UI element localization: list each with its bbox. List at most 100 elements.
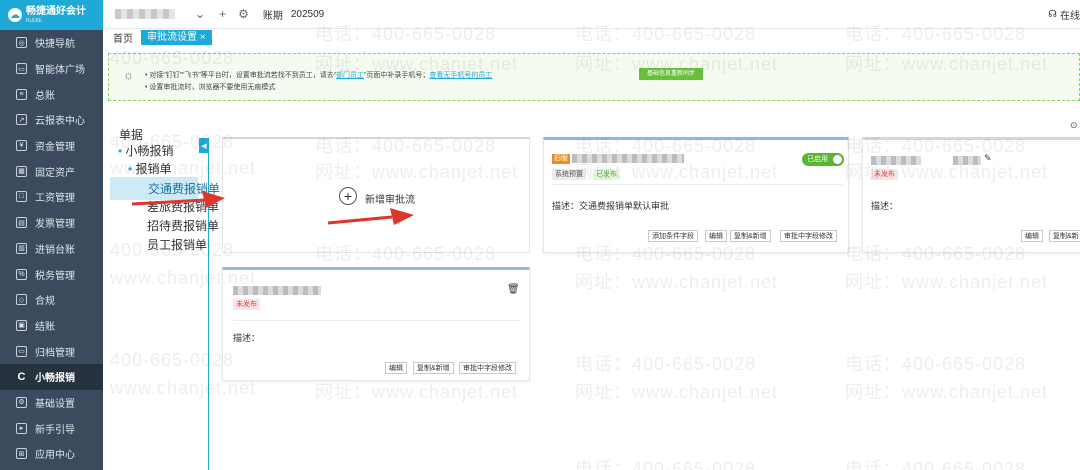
flow-name bbox=[233, 286, 321, 295]
department-staff-link[interactable]: 部门员工 bbox=[336, 72, 364, 79]
flow-name bbox=[572, 154, 684, 163]
sidebar-item-app-center[interactable]: ⊞ 应用中心 bbox=[0, 441, 103, 467]
flow-name bbox=[953, 156, 981, 165]
chart-icon: ↗ bbox=[16, 114, 27, 126]
sidebar-item-label: 小畅报销 bbox=[35, 373, 75, 385]
sidebar-item-closing[interactable]: ▣ 结账 bbox=[0, 313, 103, 339]
edit-approval-fields-button[interactable]: 审批中字段修改 bbox=[780, 230, 837, 242]
sidebar-item-label: 云报表中心 bbox=[35, 116, 85, 128]
lock-icon: ▣ bbox=[16, 319, 27, 331]
add-condition-field-button[interactable]: 添加条件字段 bbox=[648, 230, 698, 242]
sidebar-item-basic-settings[interactable]: ⚙ 基础设置 bbox=[0, 390, 103, 416]
annotation-arrow bbox=[131, 191, 225, 208]
sidebar-item-label: 快捷导航 bbox=[35, 39, 75, 51]
sidebar-item-tax[interactable]: % 税务管理 bbox=[0, 261, 103, 287]
flow-name bbox=[871, 156, 921, 165]
apps-icon: ⊞ bbox=[16, 448, 27, 460]
bullet-icon: • bbox=[128, 162, 136, 176]
sidebar-item-cloud-reports[interactable]: ↗ 云报表中心 bbox=[0, 107, 103, 133]
building-icon: ▦ bbox=[16, 165, 27, 177]
add-approval-flow-card[interactable]: + 新增审批流 bbox=[222, 137, 530, 253]
period-label: 账期 bbox=[262, 10, 283, 22]
close-icon[interactable]: × bbox=[200, 32, 206, 43]
divider bbox=[233, 320, 521, 321]
edit-icon[interactable]: ✎ bbox=[984, 153, 992, 164]
payroll-icon: □ bbox=[16, 191, 27, 203]
tax-icon: % bbox=[16, 268, 27, 280]
online-service[interactable]: ☊ 在线 bbox=[1048, 0, 1080, 28]
online-label: 在线 bbox=[1060, 10, 1080, 22]
approval-flow-card: 旧版 已启用 系统预置 已发布 描述：交通费报销单默认审批 添加条件字段 编辑 … bbox=[543, 137, 849, 253]
edit-button[interactable]: 编辑 bbox=[385, 362, 407, 374]
copy-new-button[interactable]: 复制&新增 bbox=[730, 230, 771, 242]
app-title: 畅捷通好会计 bbox=[26, 5, 86, 17]
plus-icon[interactable]: + bbox=[219, 7, 226, 21]
invoice-icon: ▤ bbox=[16, 217, 27, 229]
approval-flow-card: 🗑 未发布 描述： 编辑 复制&新增 审批中字段修改 bbox=[222, 267, 530, 381]
sidebar-item-label: 归档管理 bbox=[35, 347, 75, 359]
notice-line-1: • 对接“钉钉”“飞书”等平台时，设置审批流若找不到员工，请去“部门员工”页面中… bbox=[145, 72, 493, 79]
tab-home[interactable]: 首页 bbox=[113, 30, 133, 45]
sidebar-item-label: 总账 bbox=[35, 90, 55, 102]
sidebar: ☁ 畅捷通好会计 RUIJIE ◎ 快捷导航 ▭ 智能体广场 ≡ 总账 ↗ 云报表中心 … bbox=[0, 0, 103, 470]
tree-root[interactable]: 单据 bbox=[119, 126, 143, 143]
tab-label: 审批流设置 bbox=[147, 32, 197, 43]
sidebar-item-invoices[interactable]: ▤ 发票管理 bbox=[0, 210, 103, 236]
flow-description: 描述： bbox=[871, 201, 899, 211]
tree-node-expense-module[interactable]: • 小畅报销 bbox=[118, 142, 174, 159]
copy-new-button[interactable]: 复制&新增 bbox=[413, 362, 454, 374]
tab-approval-settings[interactable]: 审批流设置 × bbox=[141, 30, 212, 45]
app-logo[interactable]: ☁ 畅捷通好会计 RUIJIE bbox=[0, 0, 103, 30]
gear-icon[interactable]: ⚙ bbox=[238, 7, 249, 21]
sidebar-item-label: 资金管理 bbox=[35, 142, 75, 154]
divider bbox=[552, 184, 842, 185]
status-badge: 未发布 bbox=[233, 299, 260, 310]
enable-toggle[interactable]: 已启用 bbox=[802, 153, 844, 166]
copy-new-button[interactable]: 复制&新 bbox=[1049, 230, 1080, 242]
tree-leaf-employee[interactable]: 员工报销单 bbox=[147, 236, 207, 253]
edit-button[interactable]: 编辑 bbox=[1021, 230, 1043, 242]
tree-node-expense-form[interactable]: • 报销单 bbox=[128, 160, 172, 177]
sidebar-item-agent-plaza[interactable]: ▭ 智能体广场 bbox=[0, 56, 103, 82]
chevron-down-icon[interactable]: ⌄ bbox=[195, 7, 205, 21]
sidebar-item-payroll[interactable]: □ 工资管理 bbox=[0, 184, 103, 210]
sidebar-item-label: 发票管理 bbox=[35, 219, 75, 231]
headset-icon: ☊ bbox=[1048, 8, 1057, 20]
status-badge: 未发布 bbox=[871, 169, 898, 180]
sidebar-item-label: 结账 bbox=[35, 321, 55, 333]
edit-approval-fields-button[interactable]: 审批中字段修改 bbox=[459, 362, 516, 374]
app-subtitle: RUIJIE bbox=[26, 17, 42, 24]
sidebar-item-label: 合规 bbox=[35, 296, 55, 308]
sidebar-item-label: 固定资产 bbox=[35, 167, 75, 179]
sidebar-item-quick-nav[interactable]: ◎ 快捷导航 bbox=[0, 30, 103, 56]
sidebar-item-archive[interactable]: ▭ 归档管理 bbox=[0, 338, 103, 364]
sidebar-item-label: 应用中心 bbox=[35, 450, 75, 462]
trash-icon[interactable]: 🗑 bbox=[507, 284, 520, 295]
top-bar: ⌄ + ⚙ 账期 202509 ☊ 在线 bbox=[103, 0, 1080, 28]
annotation-arrow bbox=[327, 208, 414, 225]
collapse-icon[interactable]: ◀ bbox=[199, 138, 209, 153]
status-badge: 已发布 bbox=[593, 169, 620, 180]
sidebar-nav: ◎ 快捷导航 ▭ 智能体广场 ≡ 总账 ↗ 云报表中心 ¥ 资金管理 ▦ 固定资产 □ 工资管… bbox=[0, 30, 103, 467]
gear-icon: ⚙ bbox=[16, 396, 27, 408]
ledger-icon: ≡ bbox=[16, 88, 27, 100]
notice-line-2: • 设置审批流时，浏览器不要使用无痕模式 bbox=[145, 84, 276, 91]
period-value[interactable]: 202509 bbox=[291, 9, 324, 20]
inventory-icon: ▥ bbox=[16, 242, 27, 254]
edit-button[interactable]: 编辑 bbox=[705, 230, 727, 242]
sidebar-item-funds[interactable]: ¥ 资金管理 bbox=[0, 133, 103, 159]
resync-button[interactable]: 基础信息重新同步 bbox=[639, 68, 704, 80]
sidebar-item-ledger[interactable]: ≡ 总账 bbox=[0, 81, 103, 107]
sidebar-item-compliance[interactable]: ◇ 合规 bbox=[0, 287, 103, 313]
sidebar-item-expense[interactable]: C 小畅报销 bbox=[0, 363, 103, 390]
sidebar-item-label: 进销台账 bbox=[35, 244, 75, 256]
flow-description: 描述：交通费报销单默认审批 bbox=[552, 201, 670, 211]
org-selector[interactable] bbox=[115, 9, 175, 19]
sidebar-item-inventory-ledger[interactable]: ▥ 进销台账 bbox=[0, 236, 103, 262]
settings-icon[interactable]: ⊙ bbox=[1070, 120, 1078, 131]
sidebar-item-guide[interactable]: ▸ 新手引导 bbox=[0, 415, 103, 441]
staff-without-phone-link[interactable]: 查看无手机号的员工 bbox=[429, 72, 492, 79]
status-badge: 系统预置 bbox=[552, 169, 586, 180]
play-icon: ▸ bbox=[16, 422, 27, 434]
sidebar-item-fixed-assets[interactable]: ▦ 固定资产 bbox=[0, 158, 103, 184]
